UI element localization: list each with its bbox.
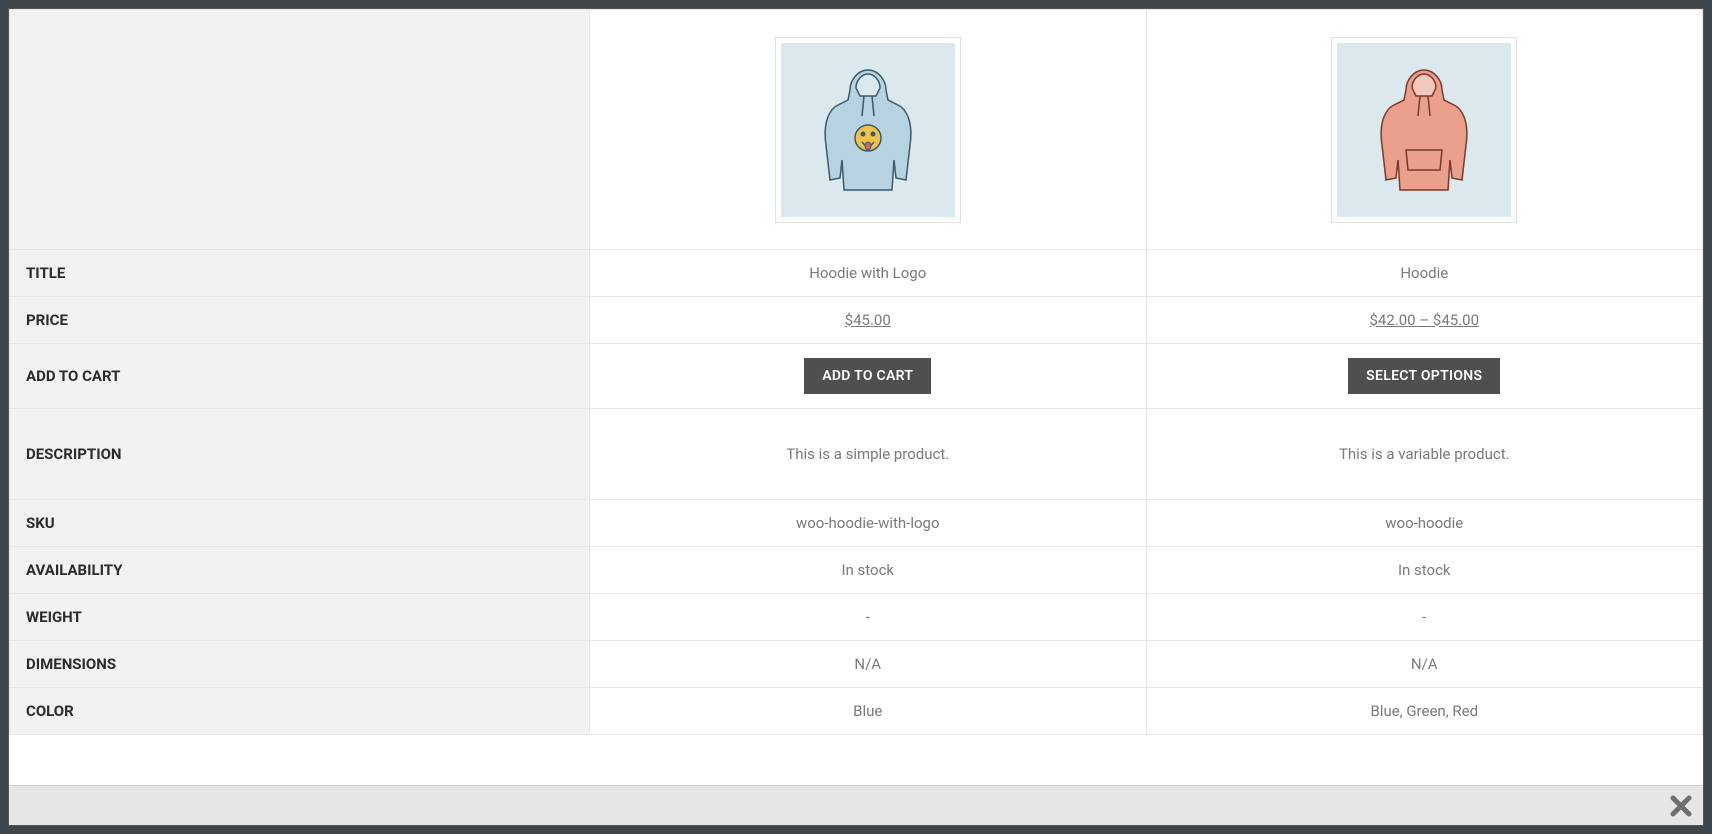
- product-image-cell-0: [590, 10, 1147, 250]
- label-price: PRICE: [10, 297, 590, 344]
- modal-overlay: TITLE Hoodie with Logo Hoodie PRICE $45.…: [0, 0, 1712, 834]
- label-availability: AVAILABILITY: [10, 547, 590, 594]
- hoodie-blue-logo-icon: [781, 43, 955, 217]
- product-availability-0: In stock: [590, 547, 1147, 594]
- price-link-1[interactable]: $42.00 – $45.00: [1370, 311, 1480, 329]
- price-link-0[interactable]: $45.00: [845, 311, 891, 329]
- product-dimensions-0: N/A: [590, 641, 1147, 688]
- row-color: COLOR Blue Blue, Green, Red: [10, 688, 1703, 735]
- row-sku: SKU woo-hoodie-with-logo woo-hoodie: [10, 500, 1703, 547]
- product-price-1: $42.00 – $45.00: [1146, 297, 1703, 344]
- product-price-0: $45.00: [590, 297, 1147, 344]
- row-price: PRICE $45.00 $42.00 – $45.00: [10, 297, 1703, 344]
- add-to-cart-button[interactable]: ADD TO CART: [804, 358, 931, 394]
- product-image-cell-1: [1146, 10, 1703, 250]
- product-weight-0: -: [590, 594, 1147, 641]
- close-icon[interactable]: [1669, 794, 1693, 818]
- compare-table: TITLE Hoodie with Logo Hoodie PRICE $45.…: [9, 9, 1703, 735]
- product-color-0: Blue: [590, 688, 1147, 735]
- product-description-1: This is a variable product.: [1146, 409, 1703, 500]
- label-color: COLOR: [10, 688, 590, 735]
- product-image-0[interactable]: [775, 37, 961, 223]
- row-title: TITLE Hoodie with Logo Hoodie: [10, 250, 1703, 297]
- label-title: TITLE: [10, 250, 590, 297]
- label-dimensions: DIMENSIONS: [10, 641, 590, 688]
- label-add-to-cart: ADD TO CART: [10, 344, 590, 409]
- hoodie-red-icon: [1337, 43, 1511, 217]
- compare-scroll-area[interactable]: TITLE Hoodie with Logo Hoodie PRICE $45.…: [9, 9, 1703, 785]
- row-weight: WEIGHT - -: [10, 594, 1703, 641]
- label-image: [10, 10, 590, 250]
- product-dimensions-1: N/A: [1146, 641, 1703, 688]
- row-image: [10, 10, 1703, 250]
- compare-modal: TITLE Hoodie with Logo Hoodie PRICE $45.…: [8, 8, 1704, 826]
- product-color-1: Blue, Green, Red: [1146, 688, 1703, 735]
- label-description: DESCRIPTION: [10, 409, 590, 500]
- product-sku-1: woo-hoodie: [1146, 500, 1703, 547]
- row-add-to-cart: ADD TO CART ADD TO CART SELECT OPTIONS: [10, 344, 1703, 409]
- product-description-0: This is a simple product.: [590, 409, 1147, 500]
- row-dimensions: DIMENSIONS N/A N/A: [10, 641, 1703, 688]
- product-availability-1: In stock: [1146, 547, 1703, 594]
- label-sku: SKU: [10, 500, 590, 547]
- label-weight: WEIGHT: [10, 594, 590, 641]
- row-description: DESCRIPTION This is a simple product. Th…: [10, 409, 1703, 500]
- product-sku-0: woo-hoodie-with-logo: [590, 500, 1147, 547]
- product-cart-0: ADD TO CART: [590, 344, 1147, 409]
- select-options-button[interactable]: SELECT OPTIONS: [1348, 358, 1500, 394]
- product-weight-1: -: [1146, 594, 1703, 641]
- product-title-1[interactable]: Hoodie: [1146, 250, 1703, 297]
- product-cart-1: SELECT OPTIONS: [1146, 344, 1703, 409]
- product-title-0[interactable]: Hoodie with Logo: [590, 250, 1147, 297]
- modal-footer: [9, 785, 1703, 825]
- product-image-1[interactable]: [1331, 37, 1517, 223]
- row-availability: AVAILABILITY In stock In stock: [10, 547, 1703, 594]
